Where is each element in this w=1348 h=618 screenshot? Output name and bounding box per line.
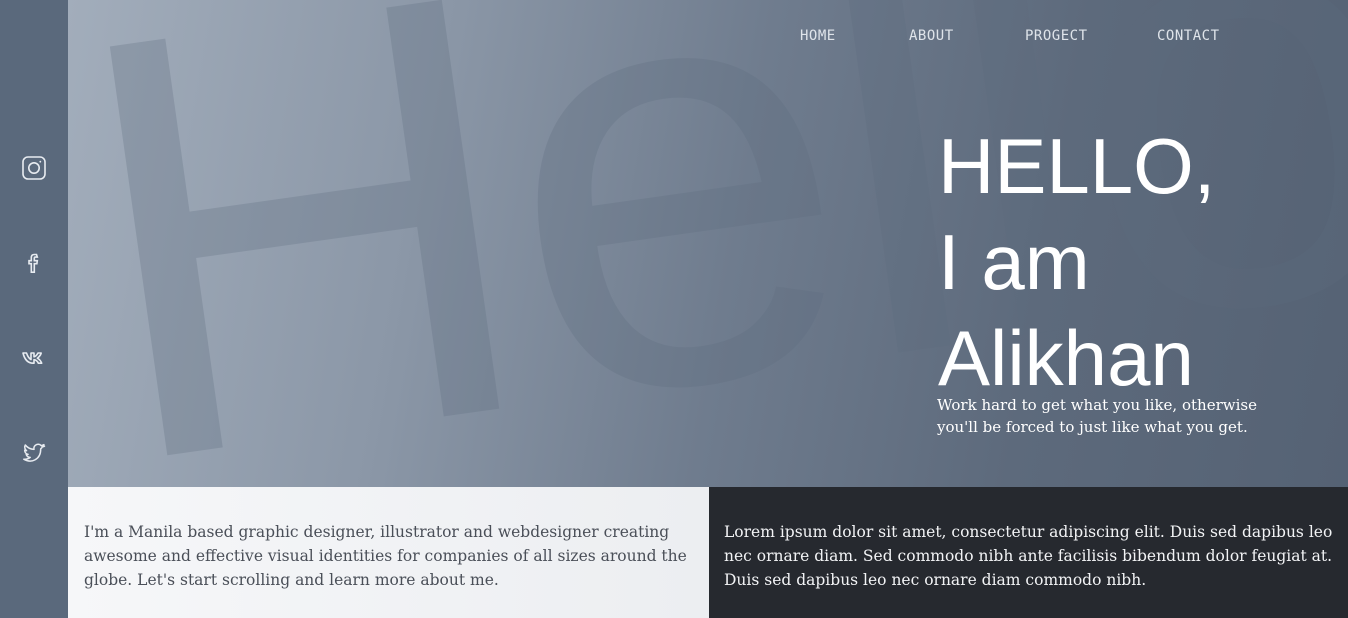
greeting-line-2: I am [938,218,1090,306]
hero-greeting: HELLO, I am Alikhan [938,118,1215,406]
nav-item-home[interactable]: HOME [800,28,836,44]
about-intro-panel: I'm a Manila based graphic designer, ill… [68,487,709,618]
hero-section: Hello HOME ABOUT PROGECT CONTACT HELLO, … [68,0,1348,487]
about-lorem-text: Lorem ipsum dolor sit amet, consectetur … [724,523,1333,589]
greeting-line-1: HELLO, [938,122,1216,210]
nav-item-about[interactable]: ABOUT [909,28,954,44]
vk-icon[interactable] [19,343,49,373]
twitter-icon[interactable] [19,438,49,468]
instagram-icon[interactable] [19,153,49,183]
social-sidebar [0,0,68,618]
about-lorem-panel: Lorem ipsum dolor sit amet, consectetur … [709,487,1348,618]
nav-item-project[interactable]: PROGECT [1025,28,1088,44]
hero-tagline: Work hard to get what you like, otherwis… [937,396,1257,436]
main-nav: HOME ABOUT PROGECT CONTACT [68,28,1348,48]
nav-item-contact[interactable]: CONTACT [1157,28,1220,44]
about-intro-text: I'm a Manila based graphic designer, ill… [84,523,687,589]
facebook-icon[interactable] [19,248,49,278]
greeting-line-3: Alikhan [938,314,1194,402]
